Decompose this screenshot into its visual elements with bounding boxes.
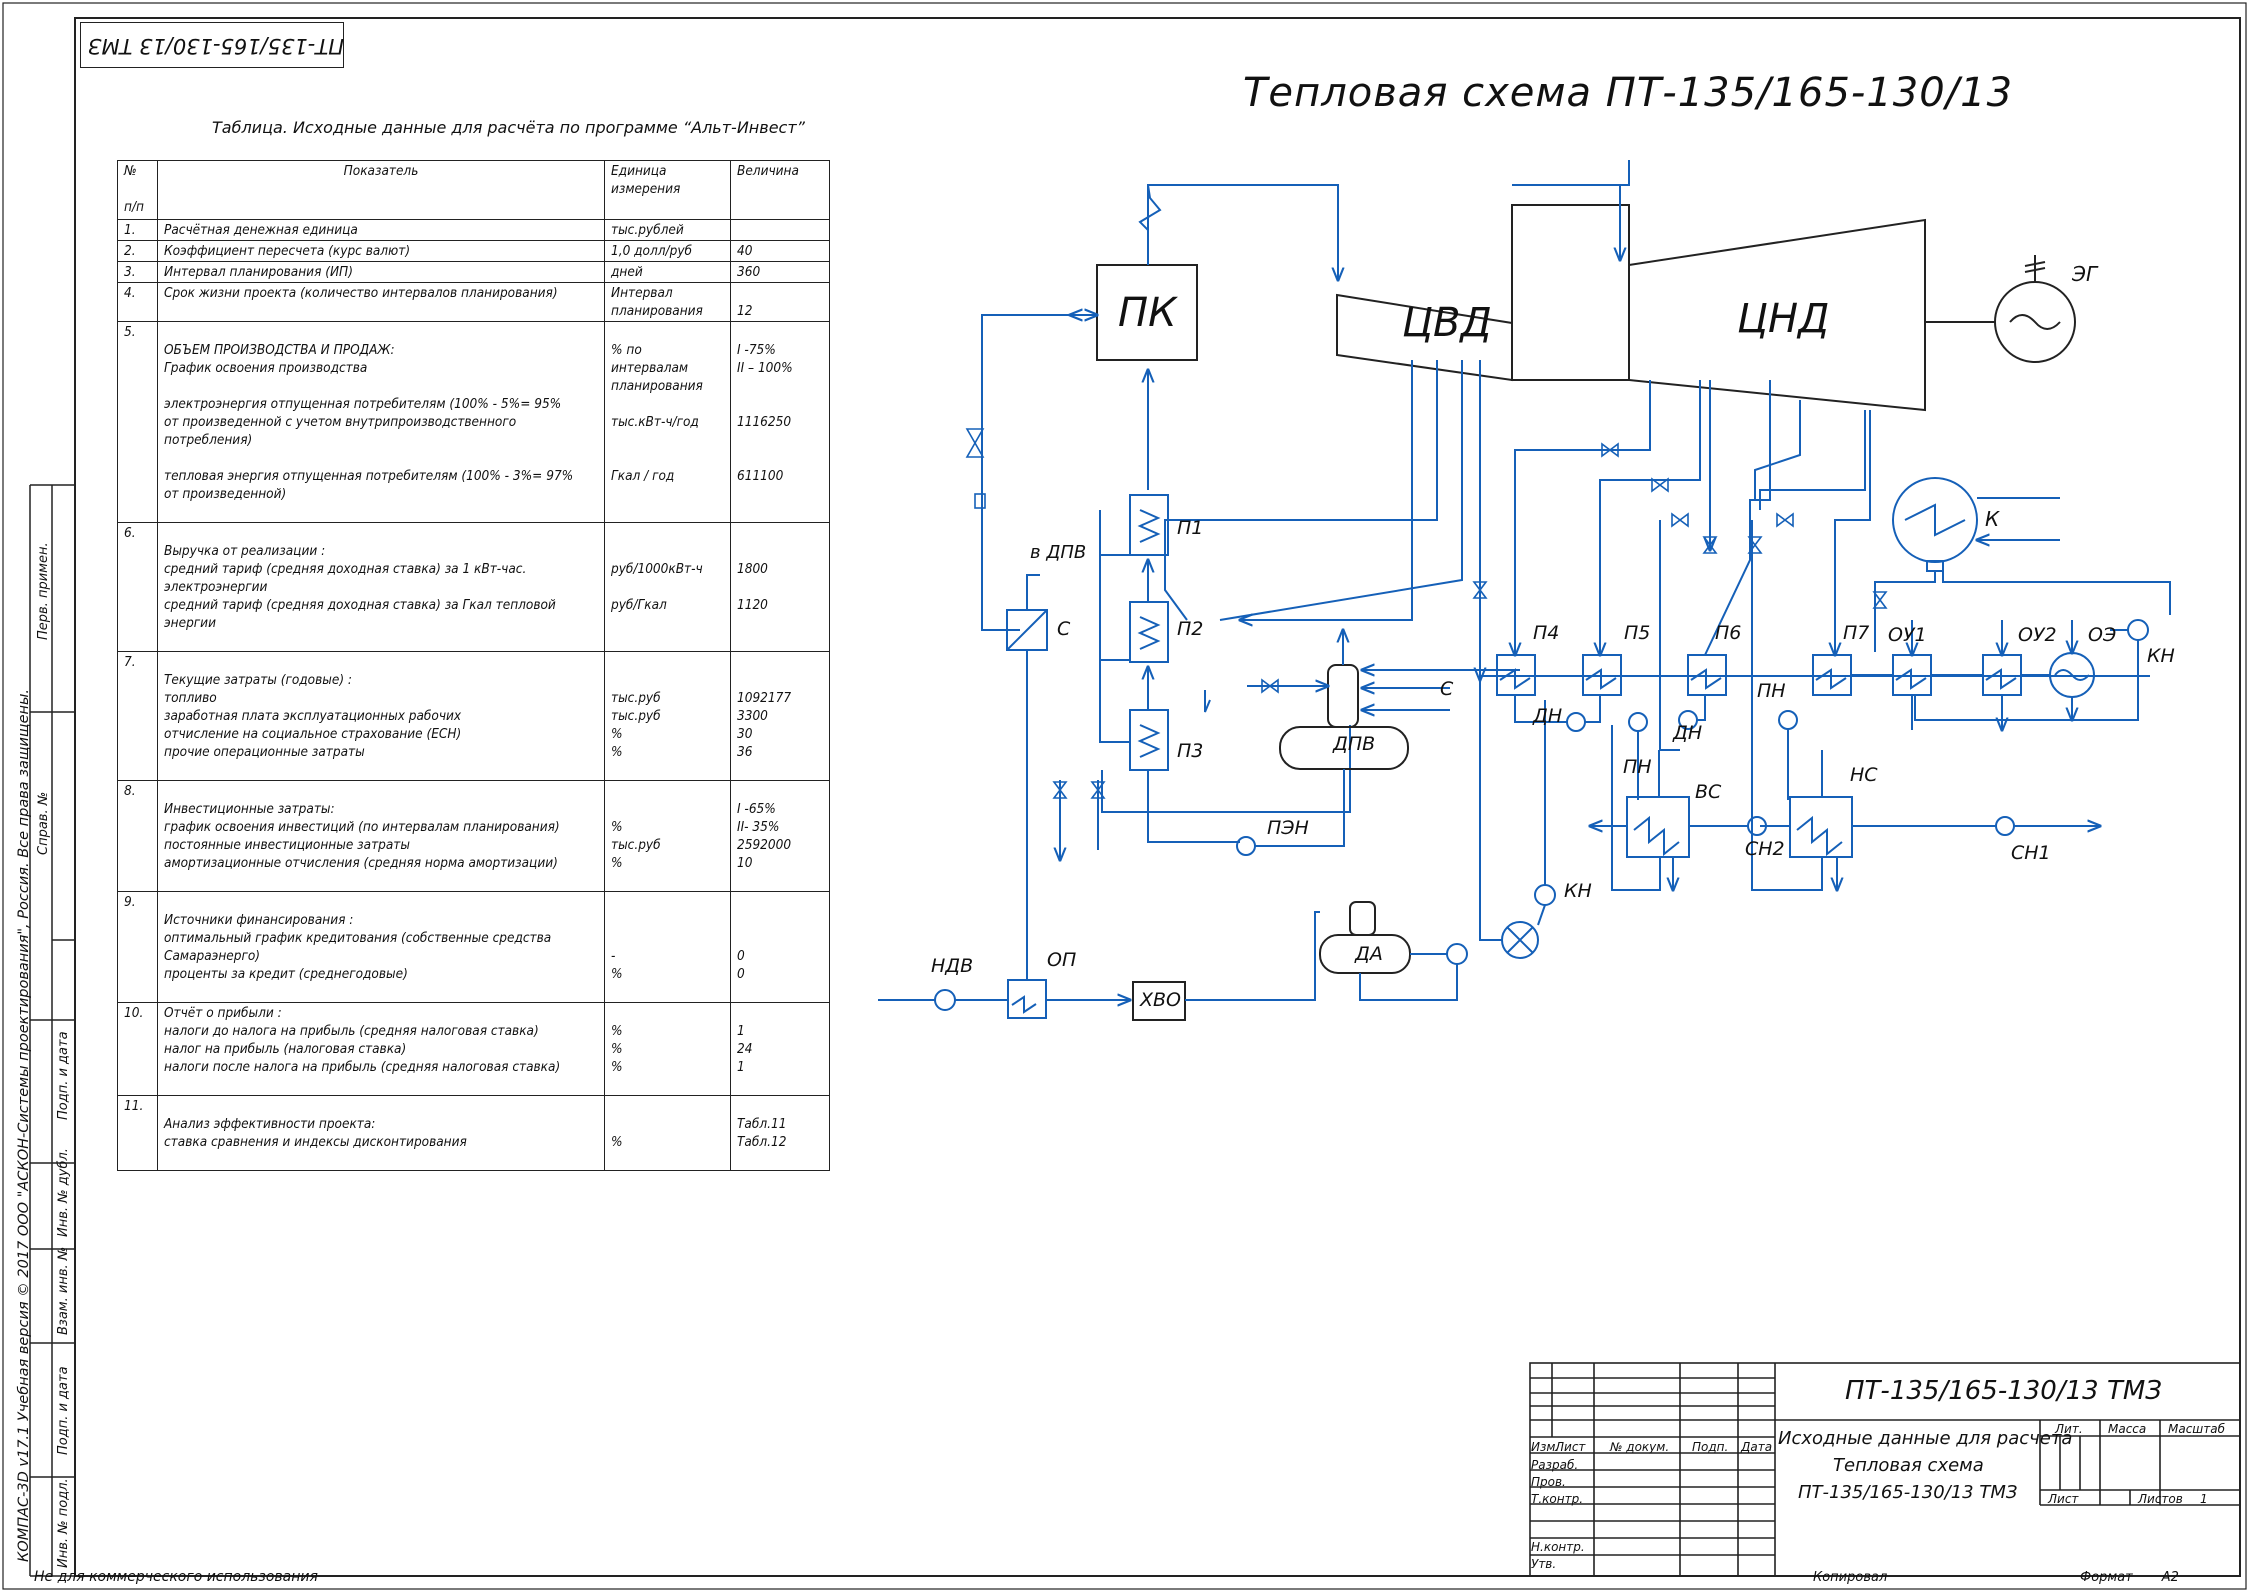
title-block-code: ПТ-135/165-130/13 ТМЗ [1845,1376,2162,1406]
label-kn: КН [1564,880,1592,902]
title-block-role-prov: Пров. [1531,1475,1566,1489]
label-kn-top: КН [2147,645,2175,667]
label-p4: П4 [1533,622,1560,644]
title-block-col-doc: № докум. [1610,1440,1670,1454]
thermal-scheme-diagram [878,160,2171,1021]
label-cvd: ЦВД [1402,300,1492,346]
label-da: ДА [1355,943,1383,965]
pump-pen [1236,836,1256,856]
footer-copier: Копировал [1813,1570,1888,1585]
label-s2: С [1440,678,1454,700]
title-block-lit: Лит. [2055,1422,2083,1436]
label-sn1: СН1 [2011,842,2051,864]
label-vs: ВС [1695,781,1722,803]
label-p2: П2 [1177,618,1204,640]
label-p1: П1 [1177,517,1204,539]
pump-pn1 [1628,712,1648,732]
title-block-col-list: Лист [1555,1440,1586,1454]
label-eg: ЭГ [2072,262,2098,286]
label-ns: НС [1850,764,1878,786]
label-ou1: ОУ1 [1888,624,1927,646]
pump-dn1 [1566,712,1586,732]
footer-format-label: Формат [2080,1570,2133,1585]
heater-p1 [1129,494,1169,556]
heater-p3 [1129,709,1169,771]
footer-note: Не для коммерческого использования [34,1569,318,1585]
label-p5: П5 [1624,622,1651,644]
label-hvo: ХВО [1140,989,1182,1011]
title-block-role-tkontr: Т.контр. [1531,1492,1584,1506]
label-dn1: ДН [1533,705,1563,727]
title-block-name-1: Исходные данные для расчета [1778,1428,2073,1449]
title-block-sheet: Лист [2048,1492,2079,1506]
footer-format: Формат А2 [2080,1570,2179,1585]
pump-kn-top [2127,619,2149,641]
label-p3: П3 [1177,740,1204,762]
label-ndv: НДВ [931,955,974,977]
label-pn2: ПН [1757,680,1786,702]
title-block-col-date: Дата [1741,1440,1773,1454]
title-block-scale: Масштаб [2168,1422,2226,1436]
title-block-name-2: Тепловая схема [1833,1455,1984,1476]
label-dpv: ДПВ [1333,733,1376,755]
pump-pn2 [1778,710,1798,730]
label-s1: С [1057,618,1071,640]
label-cnd: ЦНД [1737,296,1830,342]
label-sn2: СН2 [1745,838,1785,860]
heater-p2 [1129,601,1169,663]
label-ou2: ОУ2 [2018,624,2057,646]
title-block-sheets-value: 1 [2200,1492,2208,1506]
cooler-op [1007,979,1047,1019]
label-k: К [1985,507,2000,531]
title-block-name-3: ПТ-135/165-130/13 ТМЗ [1798,1482,2018,1503]
pump-kn-bottom [1534,884,1556,906]
pump-ndv [934,989,956,1011]
title-block-sheets: Листов [2138,1492,2183,1506]
label-dn2: ДН [1673,722,1703,744]
label-oe: ОЭ [2088,624,2117,646]
label-pen: ПЭН [1267,817,1309,839]
turbine-crossover [1511,204,1630,381]
label-op: ОП [1047,949,1077,971]
title-block-col-podp: Подп. [1692,1440,1729,1454]
label-p6: П6 [1715,622,1742,644]
title-block-role-nkontr: Н.контр. [1531,1540,1585,1554]
title-block-role-utv: Утв. [1531,1557,1557,1571]
label-v-dpv: в ДПВ [1030,542,1087,563]
title-block-mass: Масса [2108,1422,2147,1436]
footer-format-value: А2 [2161,1570,2179,1585]
label-pk: ПК [1118,290,1177,336]
pump-sn1 [1995,816,2015,836]
title-block-role-razrab: Разраб. [1531,1458,1579,1472]
label-p7: П7 [1843,622,1870,644]
label-pn1: ПН [1623,756,1652,778]
